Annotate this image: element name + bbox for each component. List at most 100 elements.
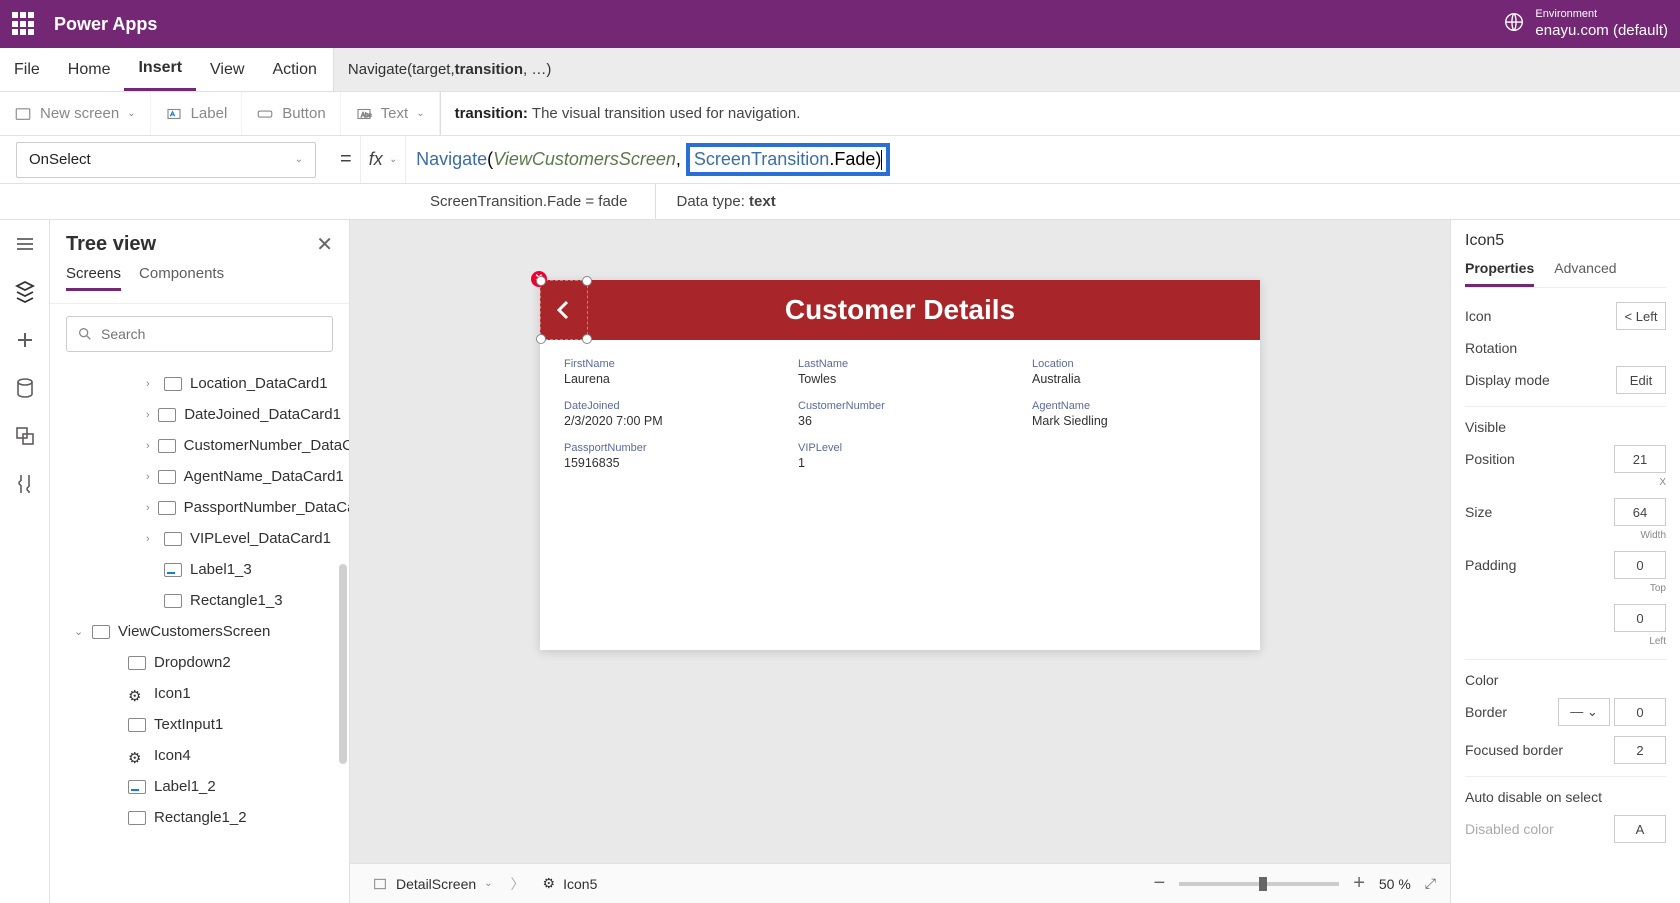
add-icon[interactable] (13, 328, 37, 352)
breadcrumb-screen[interactable]: DetailScreen ⌄ (364, 872, 501, 896)
environment-text: Environment enayu.com (default) (1535, 8, 1668, 39)
prop-border-style[interactable]: — ⌄ (1558, 698, 1610, 726)
highlighted-argument: ScreenTransition.Fade) (686, 143, 890, 176)
prop-padding-left[interactable]: 0 (1614, 604, 1666, 632)
tree-item[interactable]: Label1_2 (50, 771, 349, 802)
app-title: Power Apps (54, 14, 157, 35)
close-icon[interactable]: ✕ (316, 232, 333, 257)
tree-search-input[interactable] (101, 326, 322, 342)
environment-picker[interactable]: Environment enayu.com (default) (1503, 8, 1668, 39)
media-icon[interactable] (13, 424, 37, 448)
prop-focused-border-label: Focused border (1465, 742, 1563, 758)
form-field: AgentNameMark Siedling (1032, 400, 1236, 428)
tab-properties[interactable]: Properties (1465, 260, 1534, 287)
prop-border-label: Border (1465, 704, 1507, 720)
globe-icon (1503, 11, 1525, 38)
menu-file[interactable]: File (0, 48, 54, 91)
zoom-slider[interactable] (1179, 882, 1339, 886)
tree-item[interactable]: TextInput1 (50, 709, 349, 740)
main-area: Tree view ✕ Screens Components ›Location… (0, 220, 1680, 903)
preview-screen: ✕ Customer Details FirstNameLaurena Last… (540, 280, 1260, 650)
tree-view-title: Tree view (66, 233, 156, 256)
formula-signature-hint: Navigate(target, transition, …) (333, 48, 1680, 91)
tab-components[interactable]: Components (139, 265, 224, 291)
property-selector[interactable]: OnSelect ⌄ (16, 142, 316, 178)
insert-text-button[interactable]: Abc Text⌄ (341, 92, 440, 135)
screen-title: Customer Details (785, 294, 1015, 326)
svg-text:Abc: Abc (361, 113, 371, 119)
form-field: PassportNumber15916835 (564, 442, 768, 470)
form-field: LastNameTowles (798, 358, 1002, 386)
zoom-in-button[interactable]: + (1353, 872, 1365, 895)
screen-header: ✕ Customer Details (540, 280, 1260, 340)
prop-size-width[interactable]: 64 (1614, 498, 1666, 526)
tree-item[interactable]: ›AgentName_DataCard1 (50, 461, 349, 492)
tree-view-icon[interactable] (13, 280, 37, 304)
zoom-controls: − + 50 % ⤢ (1154, 872, 1437, 895)
tab-screens[interactable]: Screens (66, 265, 121, 291)
canvas-viewport[interactable]: ✕ Customer Details FirstNameLaurena Last… (350, 220, 1450, 863)
chevron-down-icon: ⌄ (484, 878, 492, 889)
selected-back-icon[interactable]: ✕ (540, 280, 588, 340)
tools-icon[interactable] (13, 472, 37, 496)
prop-font-preview[interactable]: A (1614, 815, 1666, 843)
tree-item[interactable]: ›DateJoined_DataCard1 (50, 399, 349, 430)
form-field: DateJoined2/3/2020 7:00 PM (564, 400, 768, 428)
tree-item[interactable]: ›Location_DataCard1 (50, 368, 349, 399)
tree-item[interactable]: ⚙Icon4 (50, 740, 349, 771)
prop-disabled-color-label: Disabled color (1465, 821, 1554, 837)
fit-screen-icon[interactable]: ⤢ (1425, 875, 1436, 892)
selected-control-name: Icon5 (1465, 232, 1666, 250)
app-launcher-icon[interactable] (12, 12, 36, 36)
left-rail (0, 220, 50, 903)
data-icon[interactable] (13, 376, 37, 400)
menu-home[interactable]: Home (54, 48, 125, 91)
form-grid: FirstNameLaurena LastNameTowles Location… (540, 340, 1260, 650)
tree-item[interactable]: Rectangle1_2 (50, 802, 349, 833)
tree-item[interactable]: ›CustomerNumber_DataCard1 (50, 430, 349, 461)
tree-scrollbar[interactable] (339, 564, 347, 764)
tree-view-panel: Tree view ✕ Screens Components ›Location… (50, 220, 350, 903)
prop-padding-label: Padding (1465, 557, 1516, 573)
form-field: FirstNameLaurena (564, 358, 768, 386)
menu-insert[interactable]: Insert (124, 48, 196, 91)
tree-item[interactable]: Dropdown2 (50, 647, 349, 678)
chevron-down-icon: ⌄ (127, 108, 135, 119)
prop-visible-label: Visible (1465, 419, 1506, 435)
tab-advanced[interactable]: Advanced (1554, 260, 1616, 287)
title-bar: Power Apps Environment enayu.com (defaul… (0, 0, 1680, 48)
tree-item[interactable]: ›PassportNumber_DataCard1 (50, 492, 349, 523)
new-screen-button[interactable]: New screen⌄ (0, 92, 151, 135)
fx-icon[interactable]: fx⌄ (360, 136, 406, 183)
tree-list: ›Location_DataCard1 ›DateJoined_DataCard… (50, 364, 349, 903)
tree-item[interactable]: ›VIPLevel_DataCard1 (50, 523, 349, 554)
properties-panel: Icon5 Properties Advanced Icon < Left Ro… (1450, 220, 1680, 903)
tree-search[interactable] (66, 316, 333, 352)
menu-action[interactable]: Action (258, 48, 330, 91)
tree-item[interactable]: Rectangle1_3 (50, 585, 349, 616)
prop-position-x[interactable]: 21 (1614, 445, 1666, 473)
insert-label-button[interactable]: Label (151, 92, 243, 135)
parameter-help: transition:The visual transition used fo… (440, 92, 1680, 135)
form-field: VIPLevel1 (798, 442, 1002, 470)
tree-item[interactable]: ⚙Icon1 (50, 678, 349, 709)
ribbon-bar: New screen⌄ Label Button Abc Text⌄ trans… (0, 92, 1680, 136)
prop-padding-top[interactable]: 0 (1614, 551, 1666, 579)
prop-border-width[interactable]: 0 (1614, 698, 1666, 726)
chevron-down-icon: ⌄ (295, 154, 303, 165)
prop-focused-border-value[interactable]: 2 (1614, 736, 1666, 764)
prop-displaymode-value[interactable]: Edit (1616, 366, 1666, 394)
zoom-out-button[interactable]: − (1154, 872, 1166, 895)
prop-color-label: Color (1465, 672, 1498, 688)
menu-view[interactable]: View (196, 48, 258, 91)
tree-item[interactable]: ⌄ViewCustomersScreen (50, 616, 349, 647)
breadcrumb-element[interactable]: ⚙ Icon5 (535, 871, 606, 896)
insert-button-button[interactable]: Button (242, 92, 340, 135)
chevron-down-icon: ⌄ (416, 108, 424, 119)
tree-item[interactable]: Label1_3 (50, 554, 349, 585)
prop-icon-value[interactable]: < Left (1616, 302, 1666, 330)
formula-input[interactable]: Navigate(ViewCustomersScreen, ScreenTran… (406, 143, 1680, 176)
form-field: LocationAustralia (1032, 358, 1236, 386)
canvas-breadcrumb-bar: DetailScreen ⌄ 〉 ⚙ Icon5 − + 50 % ⤢ (350, 863, 1450, 903)
hamburger-icon[interactable] (13, 232, 37, 256)
